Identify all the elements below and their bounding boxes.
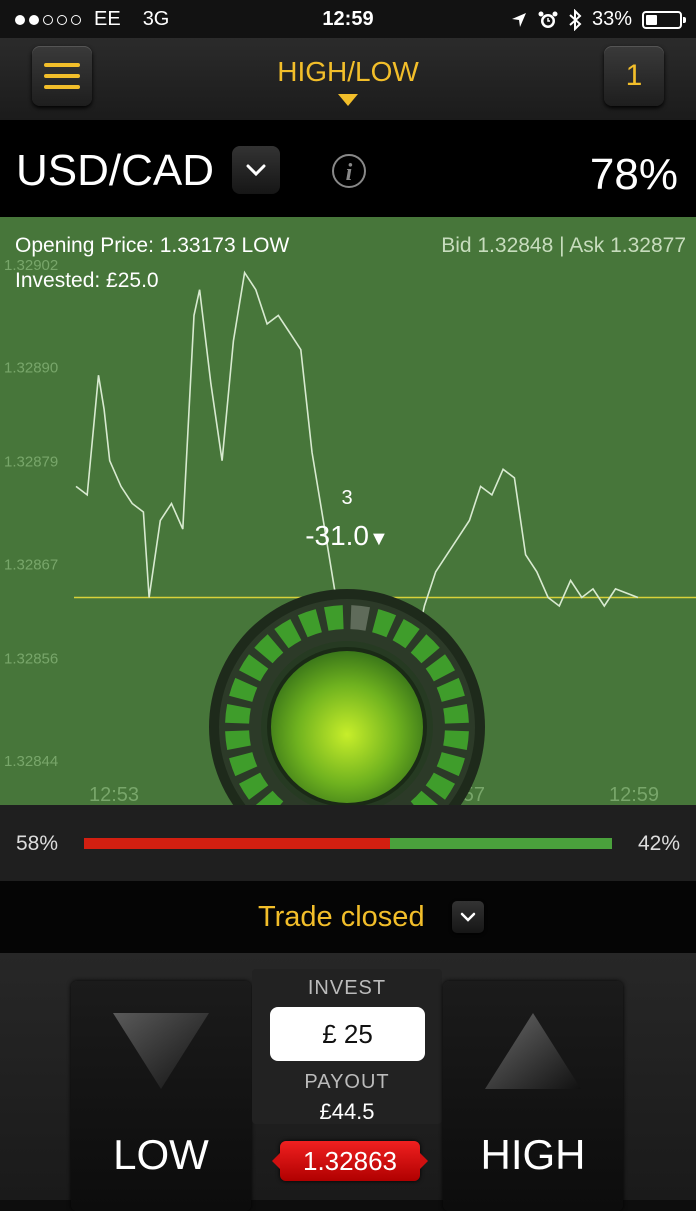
timer-value: -31.0 <box>305 520 370 551</box>
trade-countdown-timer <box>209 589 485 805</box>
invest-amount-input[interactable] <box>270 1007 425 1061</box>
trade-mode-title[interactable]: HIGH/LOW <box>0 56 696 88</box>
down-triangle-icon: ▼ <box>369 528 389 550</box>
y-tick-label: 1.32856 <box>4 650 58 667</box>
bluetooth-icon <box>569 8 582 31</box>
sentiment-track <box>84 838 612 849</box>
trade-status-bar[interactable]: Trade closed <box>0 881 696 953</box>
alarm-clock-icon <box>538 11 558 28</box>
battery-icon <box>642 10 686 29</box>
chevron-down-icon <box>246 164 266 177</box>
high-sentiment-fill <box>390 838 612 849</box>
price-chart-canvas: 1.329021.328901.328791.328671.328561.328… <box>4 257 696 805</box>
y-tick-label: 1.32844 <box>4 753 58 770</box>
low-label: LOW <box>113 1131 209 1178</box>
invest-box: INVEST PAYOUT £44.5 <box>252 969 442 1124</box>
open-trades-button[interactable]: 1 <box>604 46 664 106</box>
timer-value-wrap: -31.0▼ <box>290 520 404 552</box>
trade-mode-caret-icon[interactable] <box>338 94 358 106</box>
high-sentiment-percent: 42% <box>637 832 680 855</box>
up-triangle-icon <box>485 1013 581 1089</box>
asset-dropdown-button[interactable] <box>232 146 280 194</box>
location-arrow-icon <box>511 12 526 27</box>
bid-ask-text: Bid 1.32848 | Ask 1.32877 <box>441 234 686 257</box>
payout-percentage: 78% <box>589 150 678 199</box>
high-button[interactable]: HIGH <box>443 981 623 1211</box>
app-header: HIGH/LOW 1 <box>0 38 696 120</box>
trader-sentiment-bar: 58% 42% <box>0 805 696 881</box>
timer-count: 3 <box>341 487 353 509</box>
asset-bar: USD/CAD i 78% <box>0 120 696 217</box>
low-sentiment-fill <box>84 838 391 849</box>
low-sentiment-percent: 58% <box>16 832 59 855</box>
asset-name: USD/CAD <box>16 146 215 195</box>
chevron-down-icon <box>460 912 476 922</box>
trade-status-text: Trade closed <box>258 901 425 933</box>
payout-value: £44.5 <box>319 1099 375 1124</box>
low-button[interactable]: LOW <box>71 981 251 1211</box>
current-price-tag: 1.32863 <box>272 1141 428 1181</box>
opening-price-text: Opening Price: 1.33173 LOW <box>15 234 290 257</box>
clock: 12:59 <box>322 8 374 30</box>
price-chart[interactable]: 1.32902 1.32890 1.32879 1.32867 1.32856 1.328… <box>0 217 696 805</box>
invest-label: INVEST <box>307 977 387 999</box>
trade-panel: LOW INVEST PAYOUT £44.5 HIGH 1.32863 <box>0 953 696 1211</box>
y-tick-label: 1.32890 <box>4 360 58 377</box>
trade-status-dropdown[interactable] <box>452 901 484 933</box>
battery-percent: 33% <box>591 8 632 30</box>
y-tick-label: 1.32867 <box>4 556 58 573</box>
invested-amount-text: Invested: £25.0 <box>15 269 159 292</box>
status-bar: EE 3G 12:59 33% <box>0 0 696 38</box>
info-icon[interactable]: i <box>332 154 366 188</box>
x-tick-label: 12:53 <box>89 784 139 805</box>
y-tick-label: 1.32879 <box>4 454 58 471</box>
high-label: HIGH <box>480 1131 586 1178</box>
x-tick-label: 12:59 <box>609 784 659 805</box>
down-triangle-icon <box>113 1013 209 1089</box>
payout-label: PAYOUT <box>304 1071 390 1093</box>
